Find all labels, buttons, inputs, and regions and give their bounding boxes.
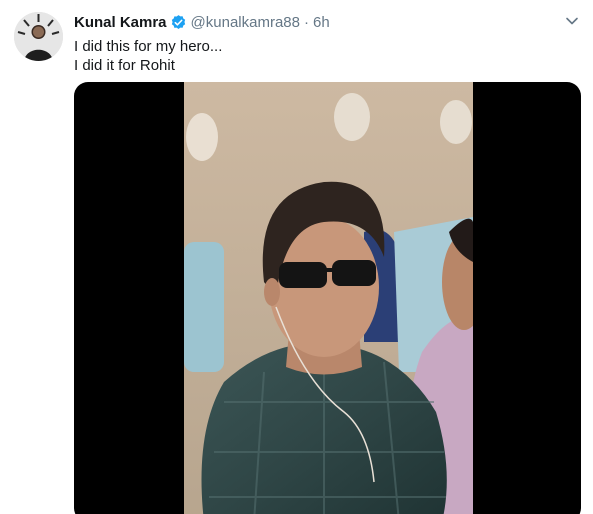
tweet-text-line: I did this for my hero... — [74, 38, 223, 55]
display-name[interactable]: Kunal Kamra — [74, 14, 167, 31]
tweet: Kunal Kamra @kunalkamra88 · 6h I did thi… — [0, 0, 593, 514]
chevron-down-icon[interactable] — [565, 14, 579, 28]
tweet-header: Kunal Kamra @kunalkamra88 · 6h — [74, 12, 330, 32]
tweet-text: I did this for my hero... I did it for R… — [74, 37, 222, 75]
video-player[interactable] — [74, 82, 581, 514]
avatar[interactable] — [14, 12, 63, 61]
separator-dot: · — [303, 13, 309, 31]
user-handle[interactable]: @kunalkamra88 — [191, 14, 300, 31]
tweet-text-line: I did it for Rohit — [74, 57, 175, 74]
video-frame — [184, 82, 473, 514]
verified-badge-icon — [170, 14, 187, 31]
timestamp[interactable]: 6h — [313, 14, 330, 31]
